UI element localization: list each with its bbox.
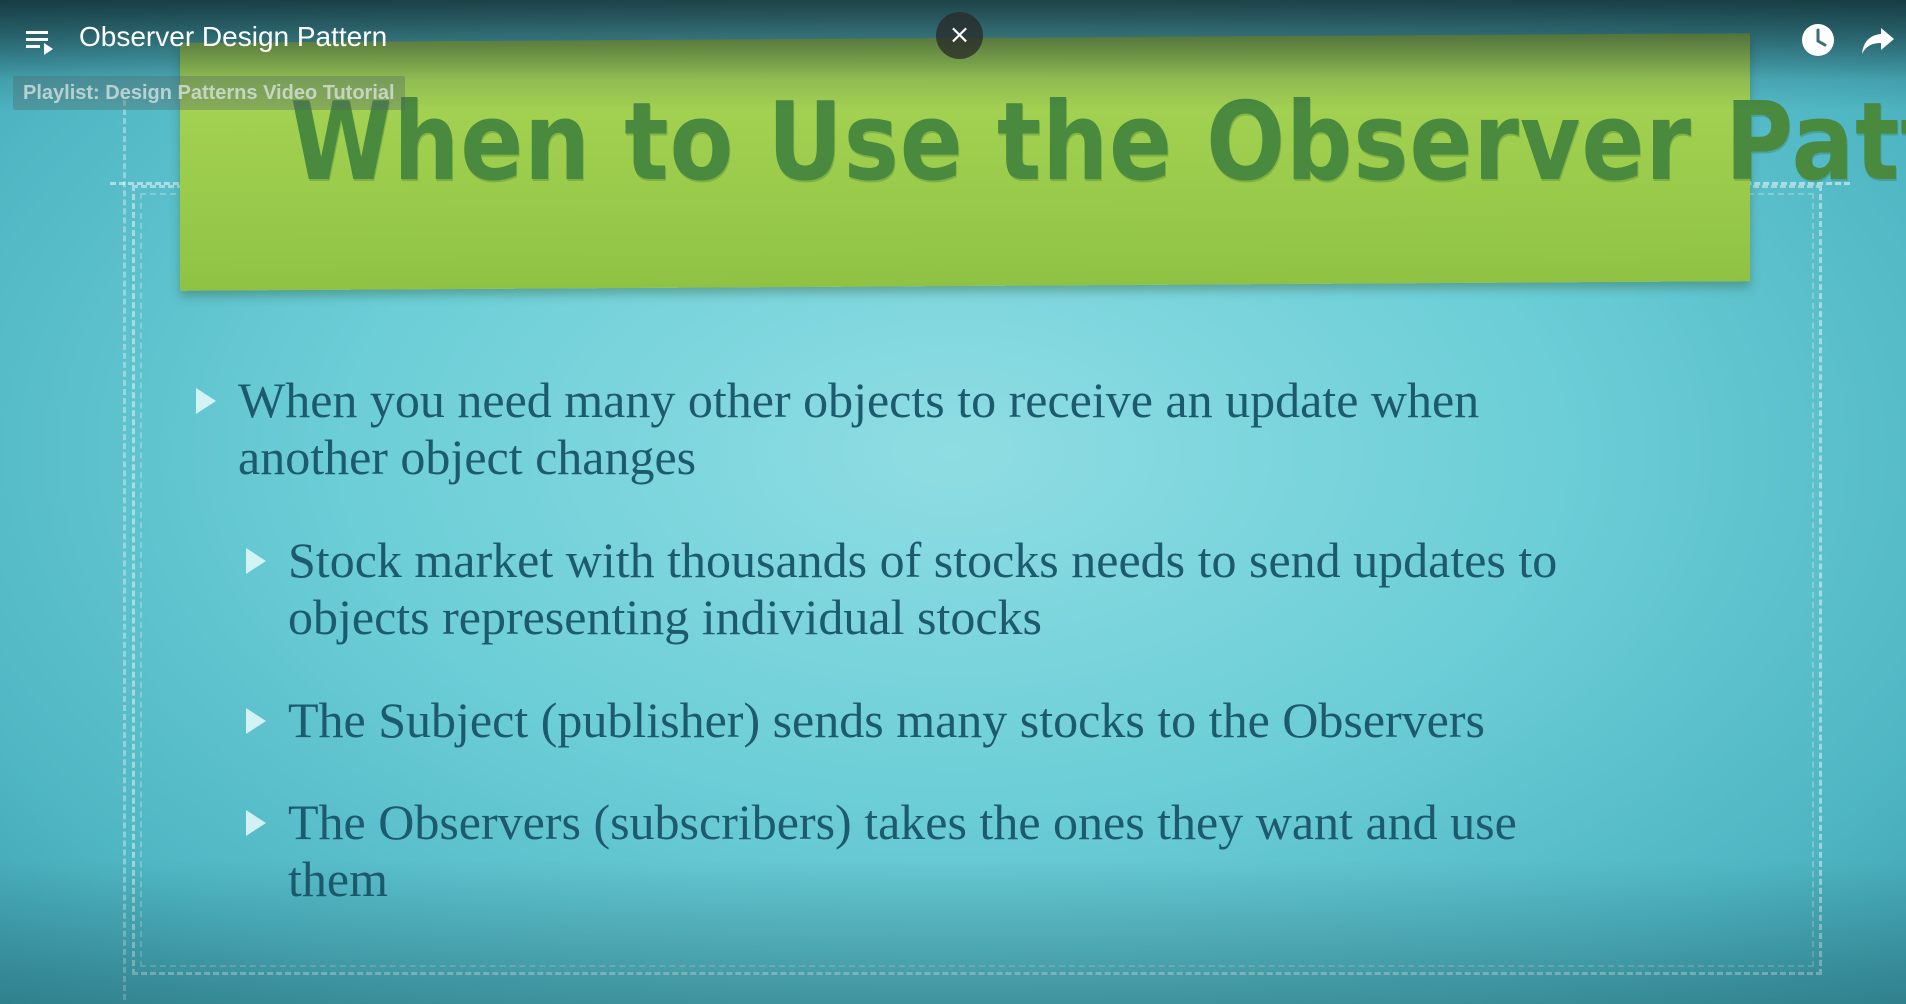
watch-later-clock-icon[interactable] (1800, 22, 1836, 58)
share-arrow-icon[interactable] (1860, 22, 1896, 58)
video-frame[interactable]: When to Use the Observer Pattern When yo… (0, 0, 1906, 1004)
triangle-bullet-icon (246, 548, 266, 574)
dashed-border-left (123, 100, 126, 1000)
triangle-bullet-icon (196, 388, 216, 414)
bullet-line: Stock market with thousands of stocks ne… (288, 532, 1558, 588)
triangle-bullet-icon (246, 708, 266, 734)
sub-bullet-item: The Observers (subscribers) takes the on… (246, 794, 1718, 908)
slide-title: When to Use the Observer Pattern (289, 80, 1906, 205)
sub-bullet-item: Stock market with thousands of stocks ne… (246, 532, 1718, 646)
bullet-line: another object changes (238, 429, 697, 485)
video-title[interactable]: Observer Design Pattern (79, 21, 387, 53)
triangle-bullet-icon (246, 810, 266, 836)
sub-bullet-item: The Subject (publisher) sends many stock… (246, 692, 1718, 749)
bullet-item: When you need many other objects to rece… (196, 372, 1668, 486)
playlist-label[interactable]: Playlist: Design Patterns Video Tutorial (13, 76, 405, 110)
bullet-line: The Subject (publisher) sends many stock… (288, 692, 1485, 748)
bullet-line: When you need many other objects to rece… (238, 372, 1480, 428)
bullet-line: The Observers (subscribers) takes the on… (288, 794, 1517, 850)
playlist-icon[interactable] (26, 28, 56, 56)
bullet-line: them (288, 851, 388, 907)
close-button[interactable]: × (936, 12, 983, 59)
bullet-line: objects representing individual stocks (288, 589, 1043, 645)
